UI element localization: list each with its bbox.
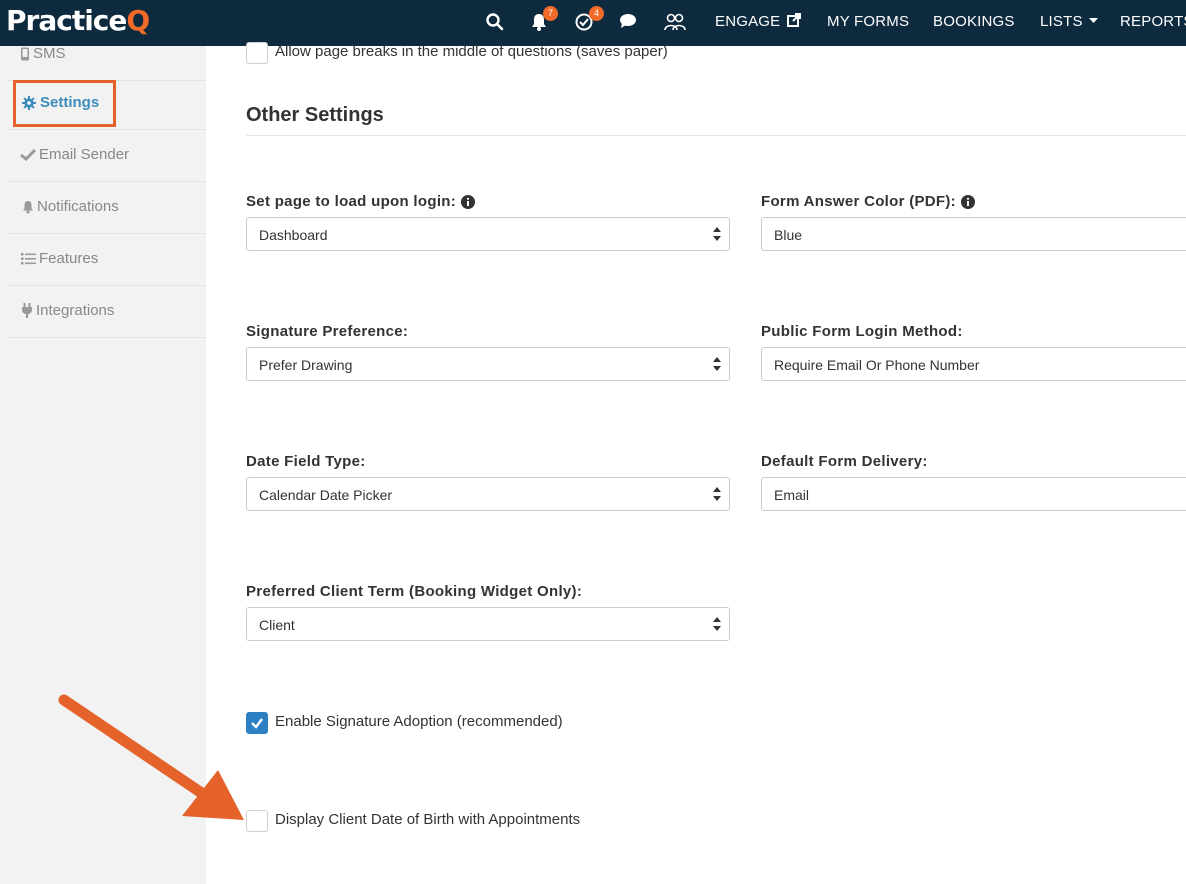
field-label-text: Preferred Client Term (Booking Widget On…	[246, 583, 583, 600]
sidebar-item-features[interactable]: Features	[7, 234, 206, 286]
display-dob-label: Display Client Date of Birth with Appoin…	[275, 811, 581, 828]
select-arrows-icon	[713, 227, 721, 241]
search-icon[interactable]	[485, 12, 507, 34]
field-label-text: Date Field Type:	[246, 453, 366, 470]
sidebar-item-integrations[interactable]: Integrations	[7, 286, 206, 338]
bell-icon	[23, 200, 33, 213]
phone-icon	[21, 47, 29, 60]
field-label-text: Signature Preference:	[246, 323, 409, 340]
date-field-label: Date Field Type:	[246, 453, 366, 470]
nav-lists[interactable]: LISTS	[1040, 13, 1099, 30]
select-value: Require Email Or Phone Number	[774, 357, 980, 373]
sidebar-item-label: Email Sender	[39, 146, 130, 163]
sidebar-item-label: Features	[39, 250, 99, 267]
select-value: Prefer Drawing	[259, 357, 353, 373]
sidebar-item-settings-label[interactable]: Settings	[22, 94, 99, 111]
public-login-label: Public Form Login Method:	[761, 323, 963, 340]
client-term-select[interactable]: Client	[246, 607, 730, 641]
answer-color-select[interactable]: Blue	[761, 217, 1186, 251]
plug-icon	[22, 303, 32, 318]
select-value: Client	[259, 617, 295, 633]
annotation-arrow	[58, 694, 244, 820]
nav-my-forms[interactable]: MY FORMS	[827, 13, 909, 30]
nav-engage[interactable]: ENGAGE	[715, 13, 801, 30]
page-breaks-checkbox[interactable]	[246, 42, 268, 64]
form-delivery-select[interactable]: Email	[761, 477, 1186, 511]
gear-icon	[22, 95, 36, 110]
info-icon[interactable]	[960, 194, 975, 209]
checkmark-icon	[251, 718, 263, 729]
info-icon[interactable]	[461, 194, 476, 209]
signature-adoption-checkbox[interactable]	[246, 712, 268, 734]
task-count-badge: 4	[589, 6, 604, 21]
section-title: Other Settings	[246, 104, 384, 126]
select-arrows-icon	[713, 357, 721, 371]
list-icon	[21, 252, 36, 264]
nav-bookings[interactable]: BOOKINGS	[933, 13, 1015, 30]
caret-down-icon	[1089, 18, 1099, 23]
nav-reports[interactable]: REPORTS	[1120, 13, 1186, 30]
field-label-text: Form Answer Color (PDF):	[761, 193, 956, 210]
date-field-select[interactable]: Calendar Date Picker	[246, 477, 730, 511]
select-value: Email	[774, 487, 810, 503]
sidebar-item-label: Integrations	[36, 302, 115, 319]
display-dob-checkbox[interactable]	[246, 810, 268, 832]
signature-adoption-label: Enable Signature Adoption (recommended)	[275, 713, 563, 730]
nav-engage-label: ENGAGE	[715, 13, 781, 30]
section-divider	[246, 135, 1186, 136]
login-page-label: Set page to load upon login:	[246, 193, 476, 210]
sidebar-item-label: Settings	[40, 94, 100, 111]
sidebar-item-label: Notifications	[37, 198, 119, 215]
select-arrows-icon	[713, 487, 721, 501]
select-value: Calendar Date Picker	[259, 487, 393, 503]
client-term-label: Preferred Client Term (Booking Widget On…	[246, 583, 582, 600]
notification-count-badge: 7	[543, 6, 558, 21]
sidebar-item-email-sender[interactable]: Email Sender	[7, 130, 206, 182]
check-icon	[20, 148, 36, 161]
external-link-icon	[786, 13, 801, 27]
sidebar-item-label: SMS	[33, 45, 66, 62]
public-login-select[interactable]: Require Email Or Phone Number	[761, 347, 1186, 381]
select-arrows-icon	[713, 617, 721, 631]
answer-color-label: Form Answer Color (PDF):	[761, 193, 975, 210]
field-label-text: Default Form Delivery:	[761, 453, 928, 470]
field-label-text: Public Form Login Method:	[761, 323, 963, 340]
select-value: Dashboard	[259, 227, 328, 243]
users-icon[interactable]	[664, 12, 686, 34]
nav-lists-label: LISTS	[1040, 13, 1083, 30]
signature-pref-select[interactable]: Prefer Drawing	[246, 347, 730, 381]
chat-icon[interactable]	[619, 12, 641, 34]
signature-pref-label: Signature Preference:	[246, 323, 408, 340]
field-label-text: Set page to load upon login:	[246, 193, 457, 210]
sidebar-item-notifications[interactable]: Notifications	[7, 182, 206, 234]
login-page-select[interactable]: Dashboard	[246, 217, 730, 251]
select-value: Blue	[774, 227, 803, 243]
sidebar-item-sms[interactable]: SMS	[7, 29, 206, 81]
page-breaks-label: Allow page breaks in the middle of quest…	[275, 43, 668, 60]
form-delivery-label: Default Form Delivery:	[761, 453, 928, 470]
